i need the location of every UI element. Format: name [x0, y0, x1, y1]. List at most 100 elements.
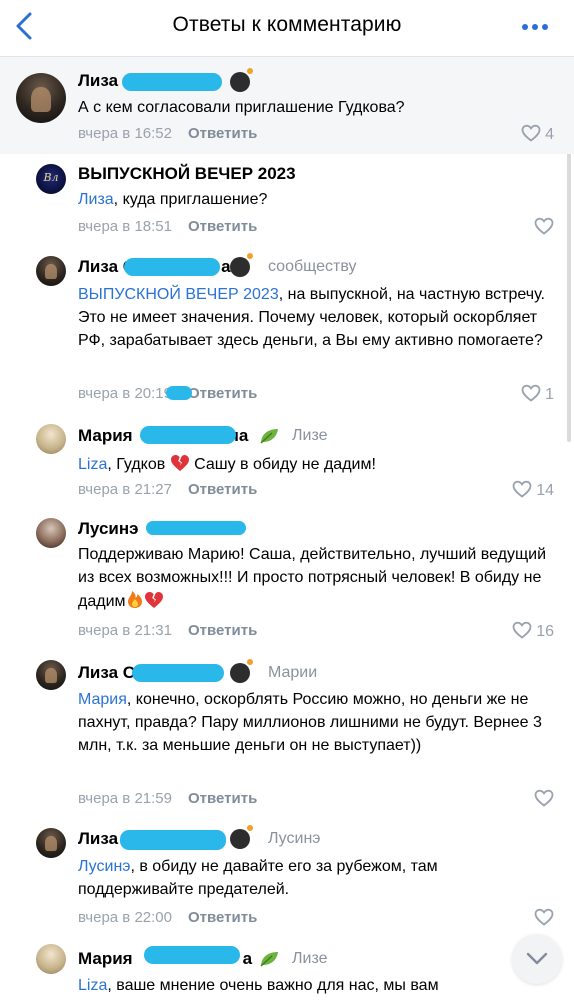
redaction-scribble [124, 258, 220, 276]
avatar[interactable] [36, 424, 66, 454]
broken-heart-emoji-icon [144, 592, 163, 608]
like-button[interactable]: 16 [512, 621, 554, 642]
like-button[interactable] [534, 789, 554, 810]
reply-comment: Лусинэ Поддерживаю Марию! Саша, действит… [0, 512, 574, 654]
reply-comment: Лиза С Марии Мария, конечно, оскорблять … [0, 654, 574, 822]
more-icon [522, 24, 528, 30]
comment-text: Liza, ваше мнение очень важно для нас, м… [78, 977, 439, 994]
redaction-scribble [146, 521, 246, 535]
comment-text: А с кем согласовали приглашение Гудкова? [78, 99, 405, 116]
reply-to-label[interactable]: Лизе [292, 948, 328, 970]
comment-root: Лиза С А с кем согласовали приглашение Г… [0, 57, 574, 154]
broken-heart-emoji-icon [170, 455, 189, 471]
bomb-emoji-icon [230, 825, 253, 849]
comment-author[interactable]: Лусинэ [78, 518, 139, 540]
heart-icon [534, 789, 554, 807]
like-button[interactable] [534, 217, 554, 238]
reply-to-label[interactable]: Марии [268, 662, 317, 684]
reply-button[interactable]: Ответить [188, 790, 257, 807]
reply-to-label[interactable]: сообществу [268, 256, 357, 278]
comment-meta: вчера в 22:00 Ответить [78, 908, 257, 928]
mention-link[interactable]: ВЫПУСКНОЙ ВЕЧЕР 2023 [78, 286, 279, 303]
chevron-down-icon [526, 952, 548, 965]
reply-button[interactable]: Ответить [188, 909, 257, 926]
mention-link[interactable]: Liza [78, 977, 107, 994]
leaf-emoji-icon [260, 952, 278, 967]
mention-link[interactable]: Liza [78, 456, 107, 473]
avatar[interactable] [36, 518, 66, 548]
comment-author[interactable]: ВЫПУСКНОЙ ВЕЧЕР 2023 [78, 163, 296, 185]
comment-time: вчера в 18:51 [78, 218, 172, 235]
avatar[interactable] [36, 944, 66, 974]
like-count: 4 [545, 126, 554, 143]
comment-time: вчера в 16:52 [78, 125, 172, 142]
avatar[interactable] [16, 73, 66, 123]
comment-text: Лиза, куда приглашение? [78, 191, 268, 208]
reply-button[interactable]: Ответить [188, 385, 257, 402]
comment-meta: вчера в 18:51 Ответить [78, 217, 257, 237]
like-count: 14 [536, 482, 554, 499]
fire-emoji-icon [127, 591, 142, 608]
like-count: 1 [545, 386, 554, 403]
like-button[interactable]: 14 [512, 480, 554, 501]
like-button[interactable] [534, 908, 554, 929]
heart-icon [521, 384, 541, 402]
heart-icon [512, 621, 532, 639]
heart-icon [512, 480, 532, 498]
comment-author[interactable]: Лиза С [78, 662, 135, 684]
like-button[interactable]: 4 [521, 124, 554, 145]
reply-button[interactable]: Ответить [188, 125, 257, 142]
mention-link[interactable]: Лусинэ [78, 858, 130, 875]
comment-text: Liza, Гудков Сашу в обиду не дадим! [78, 455, 376, 473]
comment-time: вчера в 22:00 [78, 909, 172, 926]
more-button[interactable] [520, 14, 550, 38]
mention-link[interactable]: Мария [78, 691, 127, 708]
reply-button[interactable]: Ответить [188, 218, 257, 235]
reply-to-label[interactable]: Лизе [292, 425, 328, 447]
leaf-emoji-icon [260, 429, 278, 444]
like-button[interactable]: 1 [521, 384, 554, 405]
heart-icon [534, 908, 554, 926]
redaction-scribble [140, 426, 236, 444]
heart-icon [534, 217, 554, 235]
comment-time: вчера в 21:31 [78, 622, 172, 639]
comment-time: вчера в 21:59 [78, 790, 172, 807]
comment-time: вчера в 20:19 [78, 385, 172, 402]
comment-text: Мария, конечно, оскорблять Россию можно,… [78, 691, 542, 754]
reply-button[interactable]: Ответить [188, 481, 257, 498]
bomb-emoji-icon [230, 659, 253, 683]
comment-meta: вчера в 21:59 Ответить [78, 789, 257, 809]
reply-comment: Вл ВЫПУСКНОЙ ВЕЧЕР 2023 Лиза, куда пригл… [0, 154, 574, 246]
top-bar: Ответы к комментарию [0, 0, 574, 57]
mention-link[interactable]: Лиза [78, 191, 114, 208]
reply-comment: Лиза Са сообществу ВЫПУСКНОЙ ВЕЧЕР 2023,… [0, 246, 574, 414]
scroll-down-button[interactable] [512, 934, 562, 984]
comment-text: ВЫПУСКНОЙ ВЕЧЕР 2023, на выпускной, на ч… [78, 286, 545, 349]
reply-comment: Мария а Лизе Liza, ваше мнение очень важн… [0, 936, 574, 1000]
comment-text: Лусинэ, в обиду не давайте его за рубежо… [78, 858, 438, 898]
comment-text: Поддерживаю Марию! Саша, действительно, … [78, 546, 547, 610]
redaction-scribble [132, 664, 224, 682]
avatar[interactable] [36, 660, 66, 690]
comment-meta: вчера в 16:52 Ответить [78, 124, 257, 144]
avatar[interactable]: Вл [36, 164, 66, 194]
reply-to-label[interactable]: Лусинэ [268, 828, 320, 850]
redaction-scribble [166, 386, 192, 400]
avatar[interactable] [36, 828, 66, 858]
reply-button[interactable]: Ответить [188, 622, 257, 639]
comment-meta: вчера в 21:27 Ответить [78, 480, 257, 500]
reply-comment: Мария на Лизе Liza, Гудков Сашу в обиду н… [0, 414, 574, 512]
avatar[interactable] [36, 256, 66, 286]
reply-comment: Лиза Лусинэ Лусинэ, в обиду не давайте е… [0, 822, 574, 936]
heart-icon [521, 124, 541, 142]
comment-author[interactable]: Лиза [78, 828, 118, 850]
bomb-emoji-icon [230, 253, 253, 277]
bomb-emoji-icon [230, 68, 253, 92]
redaction-scribble [122, 73, 222, 91]
redaction-scribble [144, 946, 240, 964]
page-title: Ответы к комментарию [172, 13, 402, 36]
like-count: 16 [536, 623, 554, 640]
redaction-scribble [120, 830, 226, 850]
comment-meta: вчера в 21:31 Ответить [78, 621, 257, 641]
comment-time: вчера в 21:27 [78, 481, 172, 498]
